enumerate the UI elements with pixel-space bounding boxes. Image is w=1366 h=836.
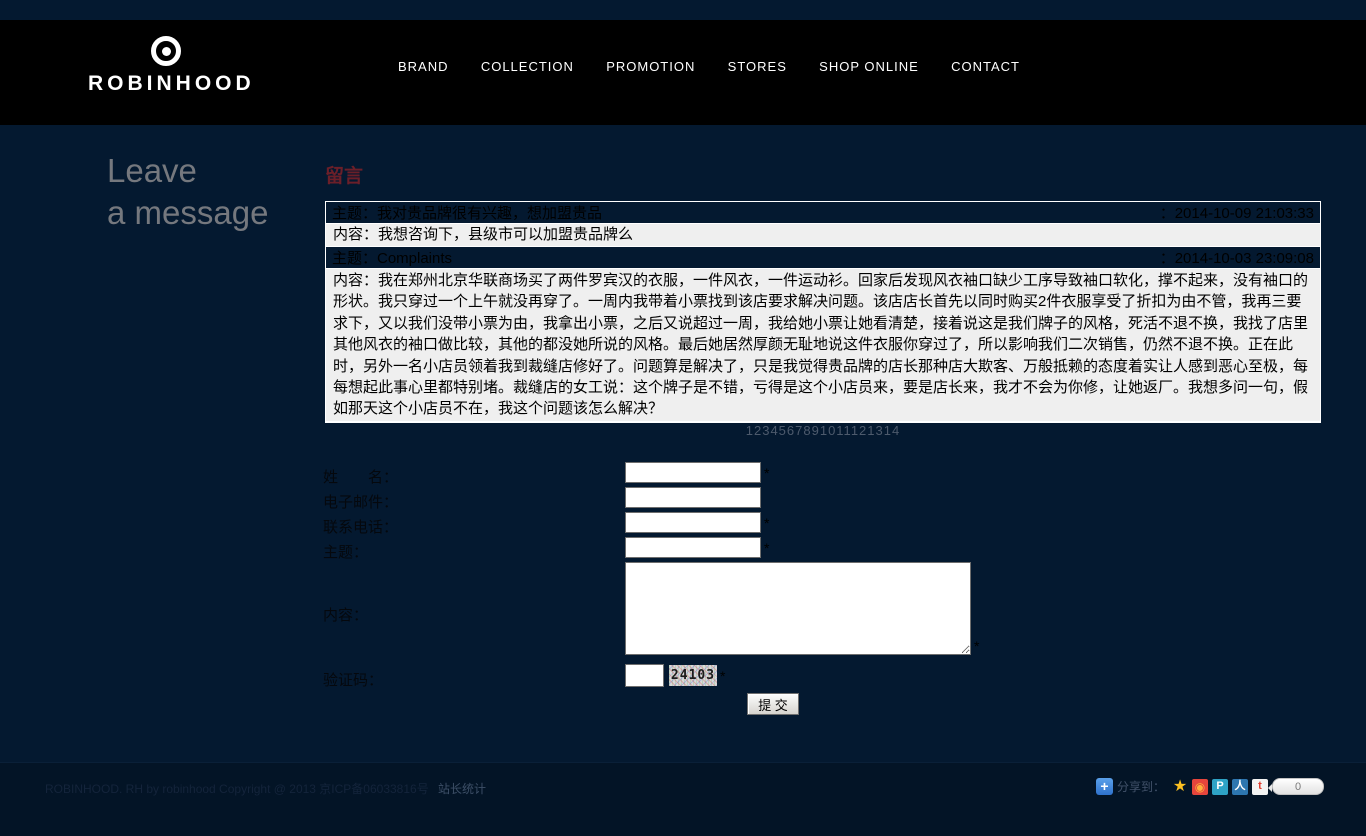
required-mark: * — [974, 638, 979, 654]
site-stats-link[interactable]: 站长统计 — [438, 782, 486, 796]
site-header: ROBINHOOD BRAND COLLECTION PROMOTION STO… — [0, 20, 1366, 125]
captcha-label: 验证码： — [323, 669, 383, 690]
message-time: ：2014-10-03 23:09:08 — [1160, 247, 1314, 268]
copyright: ROBINHOOD. RH by robinhood Copyright @ 2… — [45, 780, 486, 797]
nav-stores[interactable]: STORES — [728, 59, 787, 74]
message-list: 主题：我对贵品牌很有兴趣，想加盟贵品 ：2014-10-09 21:03:33 … — [325, 201, 1321, 423]
content-label: 内容： — [323, 604, 368, 625]
brand-logo[interactable]: ROBINHOOD — [88, 36, 244, 96]
share-plus-icon[interactable]: + — [1096, 778, 1113, 795]
phone-field[interactable] — [625, 512, 761, 533]
message-subject-row: 主题：我对贵品牌很有兴趣，想加盟贵品 ：2014-10-09 21:03:33 — [326, 202, 1320, 224]
captcha-field[interactable] — [625, 664, 664, 687]
page-heading-line2: a message — [107, 192, 268, 234]
required-mark: * — [764, 515, 769, 531]
name-label: 姓 名： — [323, 466, 398, 487]
share-label: 分享到： — [1117, 778, 1165, 795]
tencent-weibo-icon[interactable]: t — [1252, 779, 1268, 795]
phone-label: 联系电话： — [323, 516, 398, 537]
submit-button[interactable]: 提 交 — [747, 693, 799, 715]
main-nav: BRAND COLLECTION PROMOTION STORES SHOP O… — [398, 59, 1020, 74]
message-subject: 主题：Complaints — [332, 247, 452, 268]
nav-collection[interactable]: COLLECTION — [481, 59, 574, 74]
message-content-row: 内容：我想咨询下，县级市可以加盟贵品牌么 — [326, 224, 1320, 247]
message-content: 内容：我想咨询下，县级市可以加盟贵品牌么 — [333, 224, 633, 245]
share-bar: + 分享到： ★ ◉ P 人 t 0 — [1096, 778, 1324, 795]
qzone-icon[interactable]: ★ — [1172, 779, 1188, 795]
nav-contact[interactable]: CONTACT — [951, 59, 1020, 74]
target-icon — [151, 36, 181, 66]
page-heading-line1: Leave — [107, 150, 268, 192]
copyright-text: ROBINHOOD. RH by robinhood Copyright @ 2… — [45, 782, 429, 796]
nav-promotion[interactable]: PROMOTION — [606, 59, 695, 74]
page-title: 留言 — [325, 161, 363, 188]
required-mark: * — [720, 668, 725, 684]
email-field[interactable] — [625, 487, 761, 508]
renren-icon[interactable]: 人 — [1232, 779, 1248, 795]
message-subject-row: 主题：Complaints ：2014-10-03 23:09:08 — [326, 247, 1320, 269]
message-time: ：2014-10-09 21:03:33 — [1160, 202, 1314, 223]
required-mark: * — [764, 540, 769, 556]
subject-label: 主题： — [323, 541, 368, 562]
nav-shop-online[interactable]: SHOP ONLINE — [819, 59, 919, 74]
logo-text: ROBINHOOD — [88, 72, 244, 96]
message-content-row: 内容：我在郑州北京华联商场买了两件罗宾汉的衣服，一件风衣，一件运动衫。回家后发现… — [326, 269, 1320, 422]
pagination[interactable]: 1234567891011121314 — [325, 423, 1321, 438]
page: ROBINHOOD BRAND COLLECTION PROMOTION STO… — [0, 0, 1366, 836]
content-field[interactable] — [625, 562, 971, 655]
name-field[interactable] — [625, 462, 761, 483]
captcha-image[interactable]: 24103 — [669, 665, 717, 686]
message-content: 内容：我在郑州北京华联商场买了两件罗宾汉的衣服，一件风衣，一件运动衫。回家后发现… — [333, 272, 1308, 417]
site-footer: ROBINHOOD. RH by robinhood Copyright @ 2… — [0, 762, 1366, 836]
nav-brand[interactable]: BRAND — [398, 59, 449, 74]
page-heading: Leave a message — [107, 150, 268, 234]
message-subject: 主题：我对贵品牌很有兴趣，想加盟贵品 — [332, 202, 602, 223]
share-count[interactable]: 0 — [1272, 778, 1324, 795]
sina-weibo-icon[interactable]: ◉ — [1192, 779, 1208, 795]
email-label: 电子邮件： — [323, 491, 398, 512]
pengyou-icon[interactable]: P — [1212, 779, 1228, 795]
required-mark: * — [764, 465, 769, 481]
subject-field[interactable] — [625, 537, 761, 558]
